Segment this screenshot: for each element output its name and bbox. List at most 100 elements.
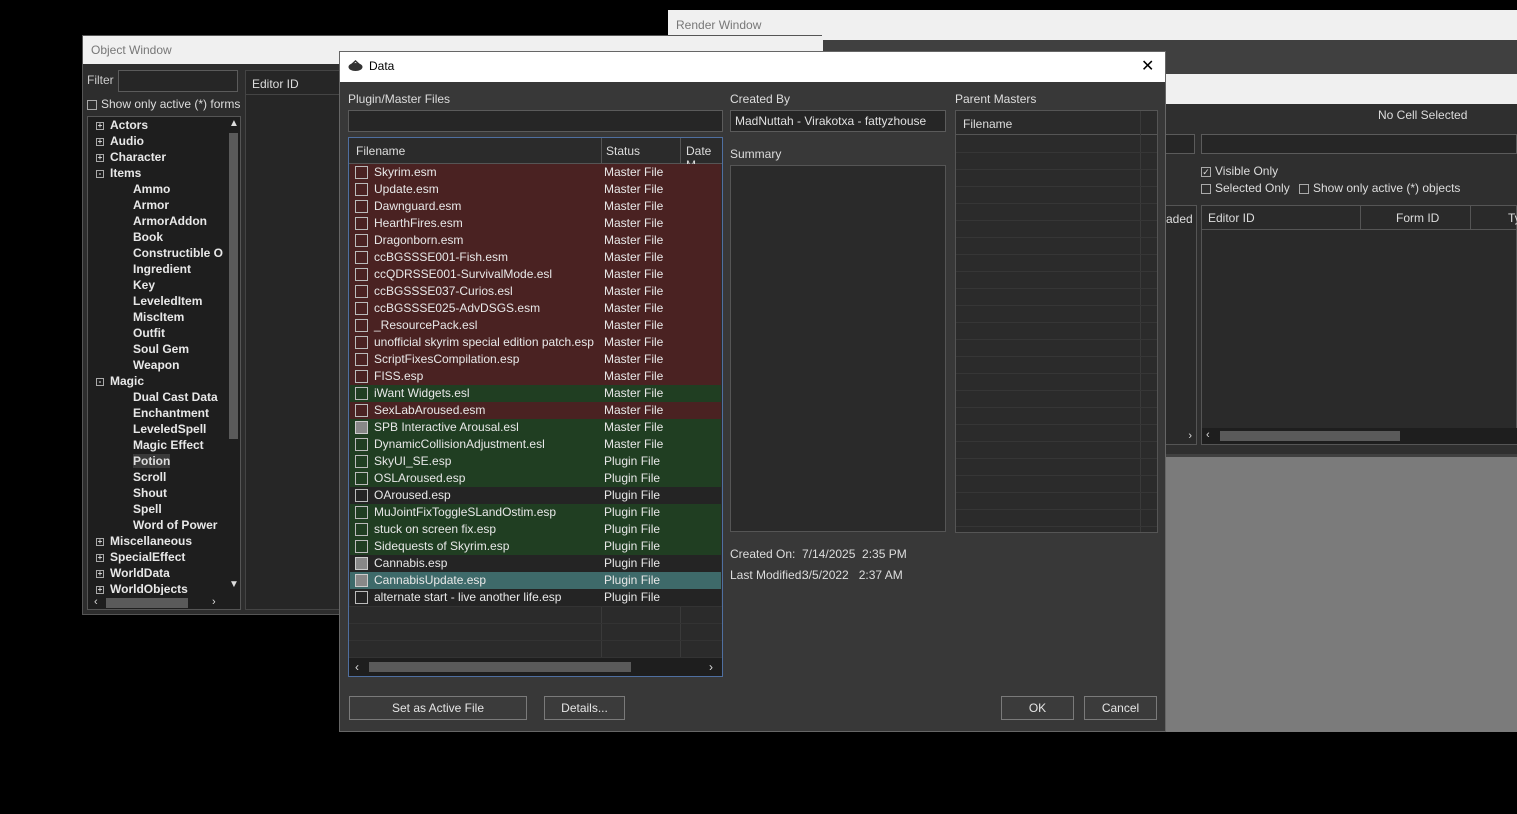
- tree-item[interactable]: Ammo: [96, 181, 226, 197]
- tree-item[interactable]: Key: [96, 277, 226, 293]
- tree-item[interactable]: + Character: [96, 149, 226, 165]
- tree-item[interactable]: + Actors: [96, 117, 226, 133]
- file-checkbox[interactable]: [355, 421, 368, 434]
- file-checkbox[interactable]: [355, 353, 368, 366]
- file-row[interactable]: ScriptFixesCompilation.esp Master File: [350, 351, 721, 368]
- horizontal-scrollbar[interactable]: ‹ ›: [88, 595, 240, 609]
- scroll-left-icon[interactable]: ‹: [1206, 429, 1210, 441]
- object-list[interactable]: Editor ID Form ID Ty ‹: [1201, 205, 1517, 445]
- tree-item[interactable]: ArmorAddon: [96, 213, 226, 229]
- tree-item[interactable]: Enchantment: [96, 405, 226, 421]
- col-filename-header[interactable]: Filename: [356, 144, 405, 158]
- scroll-thumb[interactable]: [369, 662, 631, 672]
- file-row[interactable]: OSLAroused.esp Plugin File: [350, 470, 721, 487]
- set-active-file-button[interactable]: Set as Active File: [349, 696, 527, 720]
- col-type-header[interactable]: Ty: [1508, 211, 1517, 225]
- scroll-left-icon[interactable]: ‹: [94, 596, 98, 608]
- file-row[interactable]: CannabisUpdate.esp Plugin File: [350, 572, 721, 589]
- file-row[interactable]: OAroused.esp Plugin File: [350, 487, 721, 504]
- file-checkbox[interactable]: [355, 506, 368, 519]
- file-row[interactable]: MuJointFixToggleSLandOstim.esp Plugin Fil…: [350, 504, 721, 521]
- scroll-up-icon[interactable]: ▲: [229, 118, 239, 129]
- file-row[interactable]: ccBGSSSE025-AdvDSGS.esm Master File: [350, 300, 721, 317]
- expand-icon[interactable]: +: [96, 585, 104, 594]
- render-viewport[interactable]: [1165, 457, 1517, 732]
- file-checkbox[interactable]: [355, 438, 368, 451]
- plugin-filter-input[interactable]: [348, 110, 723, 132]
- show-active-forms-checkbox[interactable]: Show only active (*) forms: [87, 97, 240, 111]
- file-checkbox[interactable]: [355, 472, 368, 485]
- details-button[interactable]: Details...: [544, 696, 625, 720]
- file-checkbox[interactable]: [355, 319, 368, 332]
- col-form-id-header[interactable]: Form ID: [1396, 211, 1439, 225]
- show-active-objects-checkbox[interactable]: Show only active (*) objects: [1299, 181, 1460, 195]
- collapse-icon[interactable]: -: [96, 169, 104, 178]
- file-row[interactable]: ccQDRSSE001-SurvivalMode.esl Master File: [350, 266, 721, 283]
- tree-item[interactable]: Shout: [96, 485, 226, 501]
- expand-icon[interactable]: +: [96, 137, 104, 146]
- selected-only-checkbox[interactable]: Selected Only: [1201, 181, 1290, 195]
- file-row[interactable]: ccBGSSSE037-Curios.esl Master File: [350, 283, 721, 300]
- close-icon[interactable]: ✕: [1141, 56, 1154, 76]
- file-row[interactable]: FISS.esp Master File: [350, 368, 721, 385]
- file-checkbox[interactable]: [355, 404, 368, 417]
- visible-only-checkbox[interactable]: ✓ Visible Only: [1201, 164, 1278, 178]
- tree-item[interactable]: LeveledItem: [96, 293, 226, 309]
- scroll-thumb[interactable]: [1220, 431, 1400, 441]
- file-checkbox[interactable]: [355, 183, 368, 196]
- tree-item[interactable]: + SpecialEffect: [96, 549, 226, 565]
- file-checkbox[interactable]: [355, 523, 368, 536]
- tree-item[interactable]: MiscItem: [96, 309, 226, 325]
- file-row[interactable]: alternate start - live another life.esp P…: [350, 589, 721, 606]
- file-checkbox[interactable]: [355, 540, 368, 553]
- tree-item[interactable]: + Audio: [96, 133, 226, 149]
- file-row[interactable]: stuck on screen fix.esp Plugin File: [350, 521, 721, 538]
- file-checkbox[interactable]: [355, 285, 368, 298]
- file-row[interactable]: _ResourcePack.esl Master File: [350, 317, 721, 334]
- file-checkbox[interactable]: [355, 574, 368, 587]
- expand-icon[interactable]: +: [96, 569, 104, 578]
- file-row[interactable]: unofficial skyrim special edition patch.…: [350, 334, 721, 351]
- pm-col-filename-header[interactable]: Filename: [963, 117, 1012, 131]
- file-row[interactable]: Dragonborn.esm Master File: [350, 232, 721, 249]
- scroll-left-icon[interactable]: ‹: [355, 660, 359, 674]
- tree-item[interactable]: Armor: [96, 197, 226, 213]
- file-row[interactable]: SkyUI_SE.esp Plugin File: [350, 453, 721, 470]
- tree-item[interactable]: Ingredient: [96, 261, 226, 277]
- tree-item[interactable]: - Magic: [96, 373, 226, 389]
- file-checkbox[interactable]: [355, 557, 368, 570]
- tree-item[interactable]: Book: [96, 229, 226, 245]
- horizontal-scrollbar[interactable]: ‹: [1202, 428, 1517, 444]
- tree-item[interactable]: Soul Gem: [96, 341, 226, 357]
- scroll-down-icon[interactable]: ▼: [229, 579, 239, 590]
- col-status-header[interactable]: Status: [606, 144, 640, 158]
- filter-input[interactable]: [118, 70, 238, 92]
- tree-item[interactable]: + Miscellaneous: [96, 533, 226, 549]
- col-editor-id-header[interactable]: Editor ID: [1208, 211, 1255, 225]
- cancel-button[interactable]: Cancel: [1084, 696, 1157, 720]
- tree-item[interactable]: - Items: [96, 165, 226, 181]
- ok-button[interactable]: OK: [1001, 696, 1074, 720]
- tree-item[interactable]: Weapon: [96, 357, 226, 373]
- vertical-scrollbar[interactable]: ▲ ▼: [226, 117, 240, 593]
- tree-item[interactable]: Constructible O: [96, 245, 226, 261]
- scroll-right-icon[interactable]: ›: [212, 596, 216, 608]
- file-checkbox[interactable]: [355, 166, 368, 179]
- tree-item[interactable]: LeveledSpell: [96, 421, 226, 437]
- file-row[interactable]: SexLabAroused.esm Master File: [350, 402, 721, 419]
- file-row[interactable]: Sidequests of Skyrim.esp Plugin File: [350, 538, 721, 555]
- tree-item[interactable]: Word of Power: [96, 517, 226, 533]
- expand-icon[interactable]: +: [96, 553, 104, 562]
- file-checkbox[interactable]: [355, 217, 368, 230]
- parent-masters-list[interactable]: Filename: [955, 110, 1158, 533]
- horizontal-scrollbar[interactable]: ‹ ›: [349, 658, 722, 676]
- file-row[interactable]: iWant Widgets.esl Master File: [350, 385, 721, 402]
- file-checkbox[interactable]: [355, 234, 368, 247]
- tree-item[interactable]: Outfit: [96, 325, 226, 341]
- tree-item[interactable]: + WorldData: [96, 565, 226, 581]
- file-checkbox[interactable]: [355, 268, 368, 281]
- expand-icon[interactable]: +: [96, 153, 104, 162]
- scroll-thumb[interactable]: [229, 133, 238, 439]
- cell-filter-input[interactable]: [1201, 134, 1517, 154]
- tree-item[interactable]: Scroll: [96, 469, 226, 485]
